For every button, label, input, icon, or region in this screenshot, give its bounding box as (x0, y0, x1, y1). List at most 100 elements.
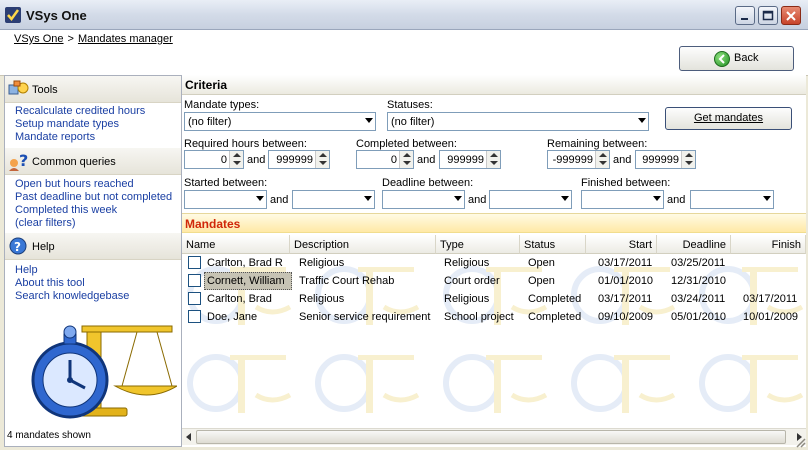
get-mandates-button[interactable]: Get mandates (665, 107, 792, 130)
chevron-down-icon (653, 196, 661, 201)
required-hours-to[interactable]: 999999 (268, 150, 330, 169)
mandate-types-select[interactable]: (no filter) (184, 112, 376, 131)
help-section-header: ? Help (5, 233, 181, 260)
deadline-from-date[interactable] (382, 190, 465, 209)
cell-deadline: 05/01/2010 (671, 311, 727, 323)
mandates-grid: Name Description Type Status Start Deadl… (182, 235, 806, 447)
sidebar-link-reports[interactable]: Mandate reports (15, 131, 95, 143)
back-button[interactable]: Back (679, 46, 794, 71)
chevron-down-icon (364, 196, 372, 201)
cell-type: Religious (444, 293, 490, 305)
minimize-icon (741, 18, 748, 20)
help-title: Help (32, 241, 55, 253)
title-bar: VSys One (0, 0, 808, 30)
queries-title: Common queries (32, 156, 116, 168)
chevron-down-icon (561, 196, 569, 201)
deadline-label: Deadline between: (382, 177, 474, 189)
cell-name: Doe, Jane (207, 311, 258, 323)
required-hours-from[interactable]: 0 (184, 150, 244, 169)
completed-from[interactable]: 0 (356, 150, 414, 169)
cell-type: School project (444, 311, 514, 323)
completed-from-value: 0 (390, 154, 397, 166)
maximize-button[interactable] (758, 6, 778, 25)
column-header-name[interactable]: Name (182, 235, 290, 254)
mandates-header: Mandates (182, 213, 806, 233)
resize-grip-icon[interactable] (794, 436, 806, 448)
app-icon (5, 7, 21, 23)
finished-label: Finished between: (581, 177, 671, 189)
column-header-finish[interactable]: Finish (731, 235, 806, 254)
cell-type: Court order (444, 275, 500, 287)
cell-finish: 10/01/2009 (743, 311, 799, 323)
started-to-date[interactable] (292, 190, 375, 209)
question-people-icon: ? (9, 151, 28, 171)
mandate-types-label: Mandate types: (184, 99, 260, 111)
minimize-button[interactable] (735, 6, 755, 25)
statuses-select[interactable]: (no filter) (387, 112, 649, 131)
cell-description: Senior service requirement (299, 311, 431, 323)
scrollbar-thumb[interactable] (196, 430, 786, 444)
mandate-types-value: (no filter) (188, 116, 232, 128)
chevron-down-icon (763, 196, 771, 201)
cell-start: 03/17/2011 (598, 257, 653, 269)
cell-type: Religious (444, 257, 490, 269)
close-button[interactable] (781, 6, 801, 25)
finished-from-date[interactable] (581, 190, 664, 209)
and-label: and (417, 154, 436, 166)
column-header-start[interactable]: Start (586, 235, 657, 254)
deadline-to-date[interactable] (489, 190, 572, 209)
breadcrumb-home-link[interactable]: VSys One (14, 33, 64, 45)
query-completed-week[interactable]: Completed this week (15, 204, 117, 216)
about-link[interactable]: About this tool (15, 277, 85, 289)
scroll-left-icon[interactable] (186, 433, 191, 441)
row-checkbox[interactable] (188, 256, 201, 269)
query-clear-filters[interactable]: (clear filters) (15, 217, 76, 229)
completed-to[interactable]: 999999 (439, 150, 501, 169)
table-row[interactable]: Carlton, Brad R Religious Religious Open… (182, 254, 806, 272)
query-past-deadline[interactable]: Past deadline but not completed (15, 191, 172, 203)
column-header-description[interactable]: Description (290, 235, 436, 254)
tools-icon (8, 80, 29, 95)
remaining-to[interactable]: 999999 (635, 150, 696, 169)
main-panel: Criteria Mandate types: (no filter) Stat… (182, 75, 806, 447)
statuses-label: Statuses: (387, 99, 433, 111)
row-checkbox[interactable] (188, 292, 201, 305)
top-bar: VSys One > Mandates manager Back (0, 30, 808, 76)
remaining-from[interactable]: -999999 (547, 150, 610, 169)
table-row-selected[interactable]: Cornett, William Traffic Court Rehab Cou… (182, 272, 806, 290)
cell-deadline: 03/24/2011 (671, 293, 726, 305)
cell-name: Carlton, Brad (207, 293, 272, 305)
sidebar-link-setup-types[interactable]: Setup mandate types (15, 118, 119, 130)
started-from-date[interactable] (184, 190, 267, 209)
and-label: and (247, 154, 266, 166)
stopwatch-scales-illustration (31, 325, 177, 419)
help-icon: ? (9, 237, 27, 255)
query-open-hours-reached[interactable]: Open but hours reached (15, 178, 134, 190)
remaining-from-value: -999999 (552, 154, 593, 166)
cell-status: Completed (528, 293, 582, 305)
chevron-down-icon (454, 196, 462, 201)
column-header-status[interactable]: Status (520, 235, 586, 254)
window-title: VSys One (26, 8, 87, 23)
cell-status: Open (528, 257, 555, 269)
close-icon (786, 11, 796, 21)
chevron-down-icon (638, 118, 646, 123)
row-checkbox[interactable] (188, 310, 201, 323)
table-row[interactable]: Carlton, Brad Religious Religious Comple… (182, 290, 806, 308)
cell-finish: 03/17/2011 (743, 293, 798, 305)
sidebar-link-recalculate[interactable]: Recalculate credited hours (15, 105, 145, 117)
maximize-icon (762, 10, 774, 21)
cell-status: Open (528, 275, 555, 287)
column-header-type[interactable]: Type (436, 235, 520, 254)
knowledgebase-link[interactable]: Search knowledgebase (15, 290, 129, 302)
horizontal-scrollbar[interactable] (182, 428, 806, 445)
table-row[interactable]: Doe, Jane Senior service requirement Sch… (182, 308, 806, 326)
column-header-deadline[interactable]: Deadline (657, 235, 731, 254)
row-checkbox[interactable] (188, 274, 201, 287)
chevron-down-icon (256, 196, 264, 201)
help-link[interactable]: Help (15, 264, 38, 276)
finished-to-date[interactable] (690, 190, 774, 209)
breadcrumb-current-link[interactable]: Mandates manager (78, 33, 173, 45)
completed-label: Completed between: (356, 138, 457, 150)
required-hours-to-value: 999999 (276, 154, 313, 166)
